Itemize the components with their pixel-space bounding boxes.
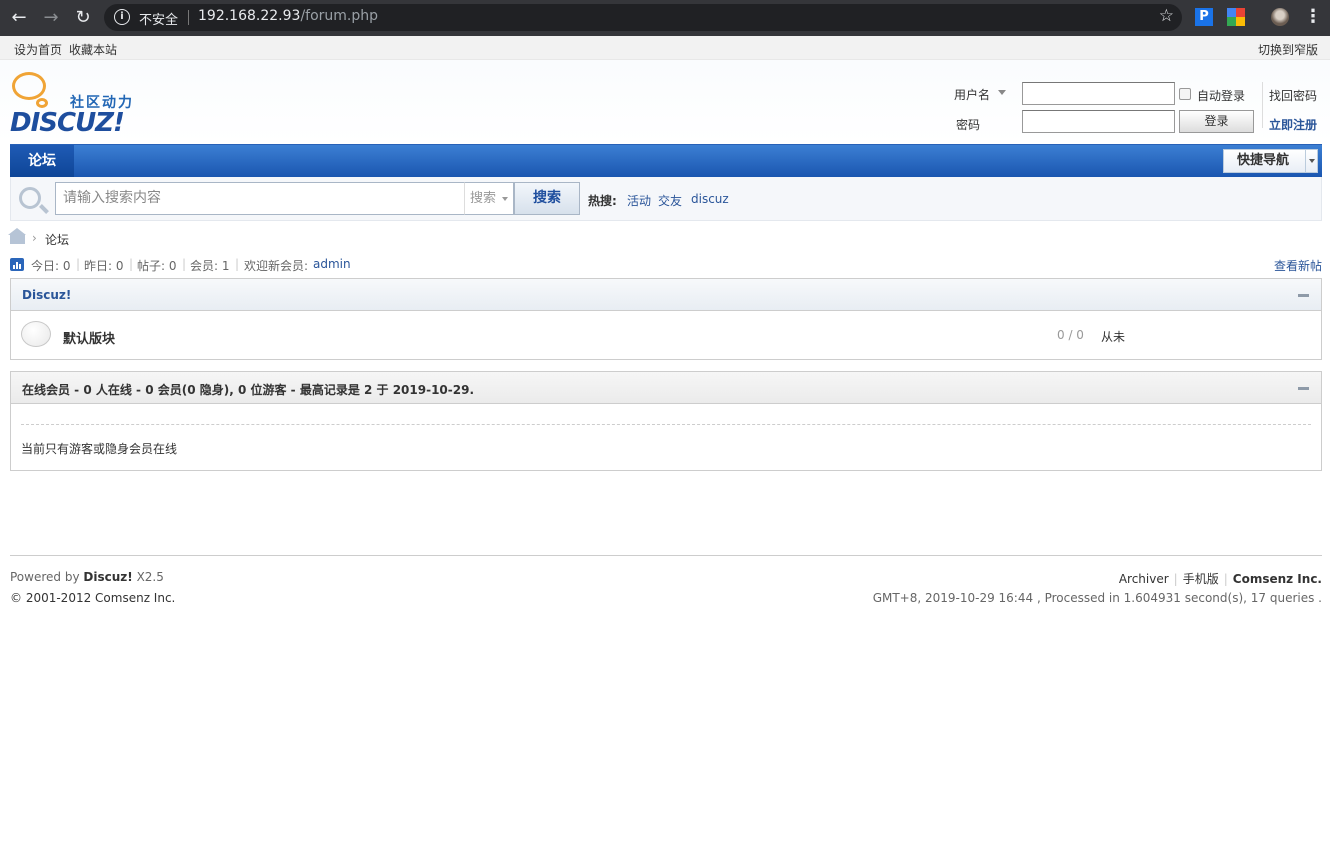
- logo-bubble-icon: [12, 72, 46, 100]
- forum-stats: 今日: 0 | 昨日: 0 | 帖子: 0 | 会员: 1 | 欢迎新会员: a…: [10, 257, 1322, 273]
- extension-color-icon[interactable]: [1227, 8, 1245, 26]
- auto-login-checkbox[interactable]: [1179, 88, 1191, 100]
- profile-avatar[interactable]: [1271, 8, 1289, 26]
- archiver-link[interactable]: Archiver: [1119, 572, 1169, 586]
- search-button[interactable]: 搜索: [514, 182, 580, 215]
- home-icon[interactable]: [8, 228, 26, 244]
- online-title: 在线会员 - 0 人在线 - 0 会员(0 隐身), 0 位游客 - 最高记录是…: [22, 383, 475, 397]
- quick-nav-button[interactable]: 快捷导航: [1223, 149, 1318, 173]
- info-icon[interactable]: i: [114, 9, 130, 25]
- divider: [21, 424, 1311, 425]
- back-icon[interactable]: ←: [8, 7, 30, 29]
- url-host: 192.168.22.93: [198, 8, 301, 24]
- hot-search-link[interactable]: discuz: [691, 192, 729, 206]
- login-divider: [1262, 82, 1263, 128]
- category-header: Discuz!: [11, 279, 1321, 311]
- auto-login-label[interactable]: 自动登录: [1197, 87, 1245, 104]
- forum-row: 默认版块 0 / 0 从未: [11, 311, 1321, 359]
- username-dropdown-icon[interactable]: [998, 90, 1006, 95]
- online-body: 当前只有游客或隐身会员在线: [11, 404, 1321, 468]
- copyright: © 2001-2012 Comsenz Inc.: [10, 591, 176, 605]
- forum-last-post: 从未: [1101, 330, 1126, 344]
- hot-search-link[interactable]: 交友: [658, 192, 682, 209]
- search-input[interactable]: 请输入搜索内容: [55, 182, 465, 215]
- username-label[interactable]: 用户名: [954, 86, 990, 103]
- stats-divider: |: [235, 257, 240, 271]
- site-footer: Powered by Discuz! X2.5 © 2001-2012 Coms…: [10, 555, 1322, 615]
- site-topbar: 设为首页 收藏本站 切换到窄版: [0, 36, 1330, 60]
- site-header: 社区动力 DISCUZ! 用户名 自动登录 找回密码 密码 登录 立即注册: [0, 60, 1330, 144]
- stats-divider: |: [182, 257, 187, 271]
- main-nav: 论坛 快捷导航: [10, 144, 1322, 177]
- security-label: 不安全: [139, 13, 179, 28]
- set-homepage-link[interactable]: 设为首页: [14, 41, 62, 58]
- footer-links: Archiver | 手机版 | Comsenz Inc.: [1119, 570, 1322, 587]
- browser-menu-icon[interactable]: ⋮: [1304, 8, 1322, 26]
- url-path: /forum.php: [300, 8, 379, 24]
- footer-divider: |: [1173, 572, 1178, 586]
- breadcrumb-separator: ›: [32, 231, 37, 245]
- online-members: 在线会员 - 0 人在线 - 0 会员(0 隐身), 0 位游客 - 最高记录是…: [10, 371, 1322, 471]
- address-bar[interactable]: i 不安全 192.168.22.93/forum.php ☆: [104, 4, 1182, 31]
- forgot-password-link[interactable]: 找回密码: [1269, 87, 1317, 104]
- nav-tab-forum[interactable]: 论坛: [10, 145, 74, 177]
- view-new-posts-link[interactable]: 查看新帖: [1274, 257, 1322, 274]
- stats-divider: |: [129, 257, 134, 271]
- online-message: 当前只有游客或隐身会员在线: [21, 442, 178, 456]
- url-text[interactable]: 192.168.22.93/forum.php: [198, 8, 378, 24]
- chevron-down-icon[interactable]: [1305, 150, 1317, 172]
- reload-icon[interactable]: ↻: [72, 7, 94, 29]
- hot-search-link[interactable]: 活动: [627, 192, 651, 209]
- stat-today: 今日: 0: [31, 259, 71, 273]
- category-title[interactable]: Discuz!: [22, 288, 71, 302]
- company-link[interactable]: Comsenz Inc.: [1233, 572, 1322, 586]
- browser-toolbar: ← → ↻ i 不安全 192.168.22.93/forum.php ☆ P …: [0, 0, 1330, 36]
- stats-chart-icon: [10, 258, 24, 271]
- hot-search-label: 热搜:: [588, 194, 617, 208]
- logo-wordmark: DISCUZ!: [10, 108, 125, 138]
- register-link[interactable]: 立即注册: [1269, 116, 1317, 133]
- stat-welcome-label: 欢迎新会员:: [244, 259, 309, 273]
- login-button[interactable]: 登录: [1179, 110, 1254, 133]
- product-link[interactable]: Discuz!: [83, 570, 132, 584]
- powered-by-label: Powered by: [10, 570, 80, 584]
- stat-yesterday: 昨日: 0: [84, 259, 124, 273]
- discuz-logo[interactable]: 社区动力 DISCUZ!: [10, 72, 150, 138]
- footer-stats: GMT+8, 2019-10-29 16:44 , Processed in 1…: [872, 591, 1322, 605]
- search-bar: 请输入搜索内容 搜索 搜索 热搜: 活动 交友 discuz: [10, 177, 1322, 221]
- forum-name-link[interactable]: 默认版块: [63, 328, 115, 347]
- forum-counts: 0 / 0: [1057, 328, 1084, 342]
- search-scope-select[interactable]: 搜索: [464, 182, 514, 215]
- collapse-icon[interactable]: [1298, 294, 1309, 297]
- forum-bubble-icon: [21, 321, 51, 347]
- extension-p-icon[interactable]: P: [1195, 8, 1213, 26]
- omnibox-divider: [188, 10, 189, 25]
- search-icon: [19, 187, 41, 209]
- bookmark-star-icon[interactable]: ☆: [1159, 6, 1174, 26]
- footer-divider: |: [1223, 572, 1228, 586]
- forward-icon[interactable]: →: [40, 7, 62, 29]
- stat-posts: 帖子: 0: [137, 259, 177, 273]
- breadcrumb-current: 论坛: [45, 233, 70, 247]
- powered-by: Powered by Discuz! X2.5: [10, 570, 164, 584]
- login-form: 用户名 自动登录 找回密码 密码 登录 立即注册: [940, 80, 1330, 136]
- stat-members: 会员: 1: [190, 259, 230, 273]
- quick-nav-label: 快捷导航: [1237, 153, 1290, 168]
- newest-member-link[interactable]: admin: [313, 257, 351, 271]
- password-input[interactable]: [1022, 110, 1175, 133]
- switch-narrow-link[interactable]: 切换到窄版: [1258, 41, 1318, 58]
- online-header: 在线会员 - 0 人在线 - 0 会员(0 隐身), 0 位游客 - 最高记录是…: [11, 372, 1321, 404]
- username-input[interactable]: [1022, 82, 1175, 105]
- product-version: X2.5: [136, 570, 164, 584]
- stats-divider: |: [76, 257, 81, 271]
- bookmark-site-link[interactable]: 收藏本站: [69, 41, 117, 58]
- forum-category: Discuz! 默认版块 0 / 0 从未: [10, 278, 1322, 360]
- password-label: 密码: [956, 118, 981, 132]
- collapse-icon[interactable]: [1298, 387, 1309, 390]
- logo-bubble-tail: [36, 98, 48, 108]
- mobile-link[interactable]: 手机版: [1183, 572, 1219, 586]
